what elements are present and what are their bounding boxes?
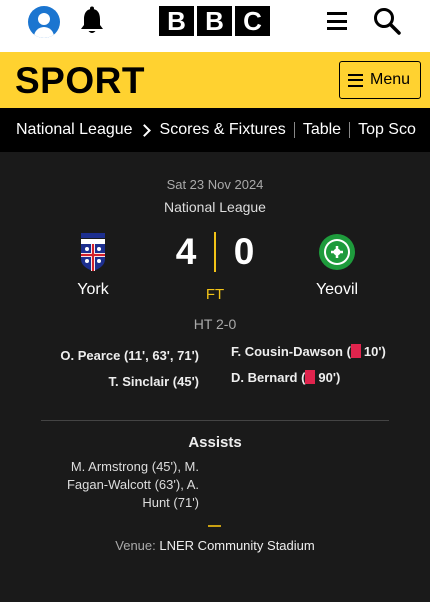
scorer-entry: O. Pearce (11', 63', 71') <box>60 348 199 363</box>
match-summary: Sat 23 Nov 2024 National League York Yeo… <box>0 152 430 610</box>
venue-name: LNER Community Stadium <box>159 538 315 553</box>
logo-letter: B <box>159 6 194 36</box>
home-score: 4 <box>175 231 197 272</box>
sport-header: SPORT Menu <box>0 52 430 108</box>
score-divider <box>214 232 216 272</box>
search-icon[interactable] <box>372 6 402 36</box>
yeovil-crest-icon <box>319 234 355 270</box>
bottom-edge <box>0 602 430 610</box>
nav-separator <box>349 122 351 138</box>
assists-list: M. Armstrong (45'), M. Fagan-Walcott (63… <box>66 459 199 510</box>
player-name: F. Cousin-Dawson <box>231 344 343 359</box>
player-name: D. Bernard <box>231 370 298 385</box>
half-time-score: HT 2-0 <box>193 316 237 332</box>
event-entry: F. Cousin-Dawson (10') <box>231 344 386 359</box>
logo-letter: C <box>235 6 270 36</box>
scorer-entry: T. Sinclair (45') <box>108 374 199 389</box>
nav-item-table[interactable]: Table <box>303 121 341 139</box>
section-divider <box>41 420 389 421</box>
venue-label: Venue: <box>115 538 156 553</box>
menu-button[interactable]: Menu <box>339 61 421 99</box>
away-score: 0 <box>233 231 255 272</box>
menu-label: Menu <box>370 71 411 88</box>
event-entry: D. Bernard (90') <box>231 370 341 385</box>
away-events: F. Cousin-Dawson (10') D. Bernard (90') <box>231 343 391 395</box>
match-date: Sat 23 Nov 2024 <box>166 177 264 192</box>
nav-item-national-league[interactable]: National League <box>16 121 133 139</box>
event-minute: 90' <box>318 370 336 385</box>
hamburger-icon <box>348 73 363 87</box>
event-minute: 10' <box>363 344 382 359</box>
chevron-right-icon <box>137 123 151 137</box>
red-card-icon <box>350 344 361 358</box>
assists-heading: Assists <box>188 434 242 451</box>
nav-separator <box>293 122 295 138</box>
bbc-logo[interactable]: B B C <box>159 6 270 36</box>
nav-item-scores-fixtures[interactable]: Scores & Fixtures <box>160 121 286 139</box>
top-bar: B B C <box>0 0 430 52</box>
match-status: FT <box>205 286 225 303</box>
decorative-dash <box>208 525 221 527</box>
competition-name: National League <box>164 199 266 215</box>
york-crest-icon <box>81 233 105 271</box>
hamburger-menu-icon[interactable] <box>327 12 347 30</box>
secondary-nav: National League Scores & Fixtures Table … <box>0 108 430 152</box>
nav-item-top-scorers[interactable]: Top Sco <box>358 121 416 139</box>
sport-title[interactable]: SPORT <box>15 60 145 102</box>
home-scorers: O. Pearce (11', 63', 71') T. Sinclair (4… <box>40 343 199 395</box>
venue: Venue: LNER Community Stadium <box>0 538 430 553</box>
notifications-bell-icon[interactable] <box>78 6 106 36</box>
red-card-icon <box>305 370 316 384</box>
logo-letter: B <box>197 6 232 36</box>
account-icon[interactable] <box>28 6 60 38</box>
